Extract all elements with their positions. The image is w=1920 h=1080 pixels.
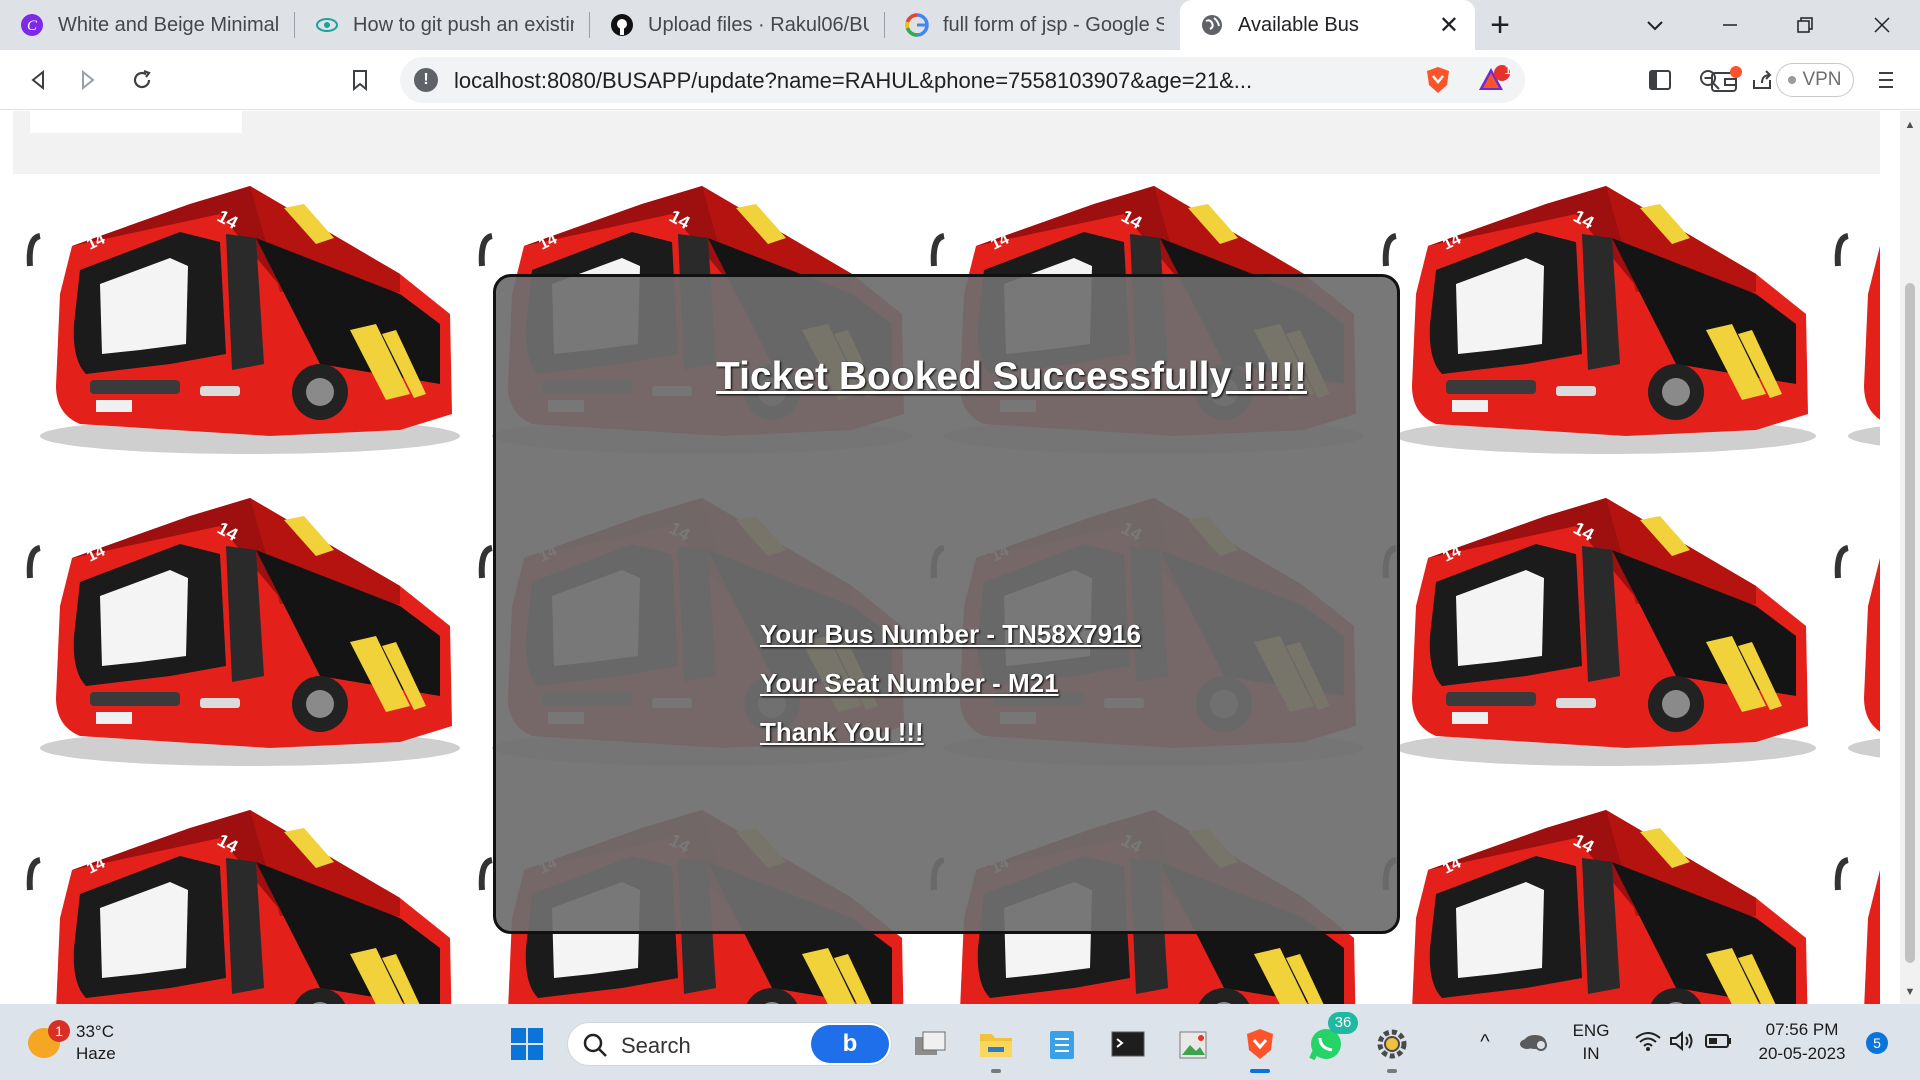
weather-badge: 1 (48, 1020, 70, 1042)
booking-confirmation-card: Ticket Booked Successfully !!!!! Your Bu… (493, 274, 1400, 934)
vertical-scrollbar[interactable]: ▲ ▼ (1900, 111, 1920, 1004)
search-icon (582, 1032, 608, 1063)
volume-icon[interactable] (1666, 1004, 1698, 1080)
whatsapp-badge: 36 (1328, 1012, 1358, 1034)
clock-date: 20-05-2023 (1758, 1044, 1846, 1063)
show-hidden-icons-chevron-icon[interactable]: ^ (1468, 1004, 1502, 1080)
tab-search-chevron-icon[interactable] (1625, 0, 1685, 50)
close-window-icon[interactable] (1852, 0, 1912, 50)
back-icon[interactable] (18, 60, 58, 100)
vpn-label: VPN (1802, 69, 1842, 90)
google-icon (905, 13, 929, 37)
globe-icon (1200, 13, 1224, 37)
page-viewport: 1414141414141414141414141414141414141414… (0, 111, 1900, 1004)
wallet-icon[interactable] (1706, 60, 1746, 100)
tab-available-bus[interactable]: Available Bus ✕ (1180, 0, 1475, 50)
restore-icon[interactable] (1775, 0, 1835, 50)
bus-image: 1414 (20, 798, 460, 1004)
taskbar-search[interactable]: Search b (567, 1022, 892, 1066)
tab-github-upload[interactable]: Upload files · Rakul06/BUS (590, 0, 885, 50)
terminal-icon[interactable] (1108, 1024, 1148, 1064)
eye-icon (315, 13, 339, 37)
windows-start-icon[interactable] (507, 1024, 547, 1064)
weather-widget[interactable]: 1 33°C Haze (24, 1018, 134, 1066)
close-tab-icon[interactable]: ✕ (1439, 11, 1459, 40)
language-text: ENG (1572, 1021, 1610, 1040)
region-text: IN (1582, 1044, 1600, 1063)
tab-canva[interactable]: C White and Beige Minimalis (0, 0, 295, 50)
page-header (13, 111, 1880, 174)
brave-rewards-icon[interactable]: 1 (1474, 60, 1514, 100)
onedrive-icon[interactable] (1516, 1004, 1550, 1080)
reload-icon[interactable] (122, 60, 162, 100)
language-indicator[interactable]: ENG IN (1566, 1004, 1616, 1080)
vpn-button[interactable]: VPN (1776, 63, 1854, 97)
bus-image: 1414 (1828, 486, 1880, 776)
browser-toolbar: ! localhost:8080/BUSAPP/update?name=RAHU… (0, 50, 1920, 110)
weather-condition-text: Haze (76, 1044, 116, 1063)
tab-strip: C White and Beige Minimalis How to git p… (0, 0, 1920, 50)
url-text[interactable]: localhost:8080/BUSAPP/update?name=RAHUL&… (454, 68, 1289, 94)
site-info-icon[interactable]: ! (414, 68, 438, 92)
bus-image: 1414 (1376, 486, 1816, 776)
windows-taskbar: 1 33°C Haze Search b 36 ^ ENG IN 07:56 P… (0, 1004, 1920, 1080)
bus-image: 1414 (1376, 798, 1816, 1004)
bus-image: 1414 (1828, 798, 1880, 1004)
plus-icon: + (1490, 5, 1510, 44)
tab-title: White and Beige Minimalis (58, 13, 279, 36)
bookmark-icon[interactable] (340, 60, 380, 100)
brave-shields-icon[interactable] (1418, 60, 1458, 100)
tab-title: Available Bus (1238, 13, 1359, 36)
scroll-down-icon[interactable]: ▼ (1904, 986, 1916, 998)
seat-number-text: Your Seat Number - M21 (760, 668, 1059, 698)
bing-icon[interactable]: b (811, 1025, 889, 1063)
confirmation-heading: Ticket Booked Successfully !!!!! (716, 355, 1307, 398)
tab-title: How to git push an existing (353, 13, 574, 36)
wifi-icon[interactable] (1632, 1004, 1664, 1080)
settings-gear-icon[interactable] (1372, 1024, 1412, 1073)
file-explorer-icon[interactable] (976, 1024, 1016, 1073)
task-view-icon[interactable] (910, 1024, 950, 1064)
address-bar[interactable]: ! localhost:8080/BUSAPP/update?name=RAHU… (400, 57, 1772, 103)
minimize-icon[interactable] (1700, 0, 1760, 50)
scroll-up-icon[interactable]: ▲ (1904, 119, 1916, 131)
github-icon (610, 13, 634, 37)
bus-image: 1414 (20, 486, 460, 776)
clock-time: 07:56 PM (1765, 1020, 1839, 1039)
brave-browser-icon[interactable] (1240, 1024, 1280, 1073)
search-label: Search (621, 1033, 691, 1058)
menu-icon[interactable] (1866, 60, 1906, 100)
new-tab-button[interactable]: + (1475, 0, 1525, 50)
temperature-text: 33°C (76, 1022, 114, 1041)
whatsapp-icon[interactable]: 36 (1306, 1012, 1358, 1064)
sidebar-toggle-icon[interactable] (1640, 60, 1680, 100)
notification-badge[interactable]: 5 (1866, 1032, 1888, 1054)
thank-you-text: Thank You !!! (760, 717, 924, 747)
tab-google-search[interactable]: full form of jsp - Google Se (885, 0, 1180, 50)
forward-icon[interactable] (68, 60, 108, 100)
canva-icon: C (20, 13, 44, 37)
notepad-icon[interactable] (1042, 1024, 1082, 1064)
bus-image: 1414 (1376, 174, 1816, 464)
tab-title: full form of jsp - Google Se (943, 13, 1164, 36)
tab-git-push[interactable]: How to git push an existing (295, 0, 590, 50)
bus-number-text: Your Bus Number - TN58X7916 (760, 619, 1141, 649)
bus-image: 1414 (20, 174, 460, 464)
scrollbar-thumb[interactable] (1905, 283, 1915, 963)
bus-image: 1414 (1828, 174, 1880, 464)
clock[interactable]: 07:56 PM 20-05-2023 (1746, 1004, 1858, 1080)
image-editor-icon[interactable] (1174, 1024, 1214, 1064)
header-logo (30, 111, 242, 133)
battery-icon[interactable] (1702, 1004, 1736, 1080)
rewards-badge: 1 (1504, 62, 1512, 77)
svg-text:C: C (27, 18, 38, 34)
tab-title: Upload files · Rakul06/BUS (648, 13, 869, 36)
